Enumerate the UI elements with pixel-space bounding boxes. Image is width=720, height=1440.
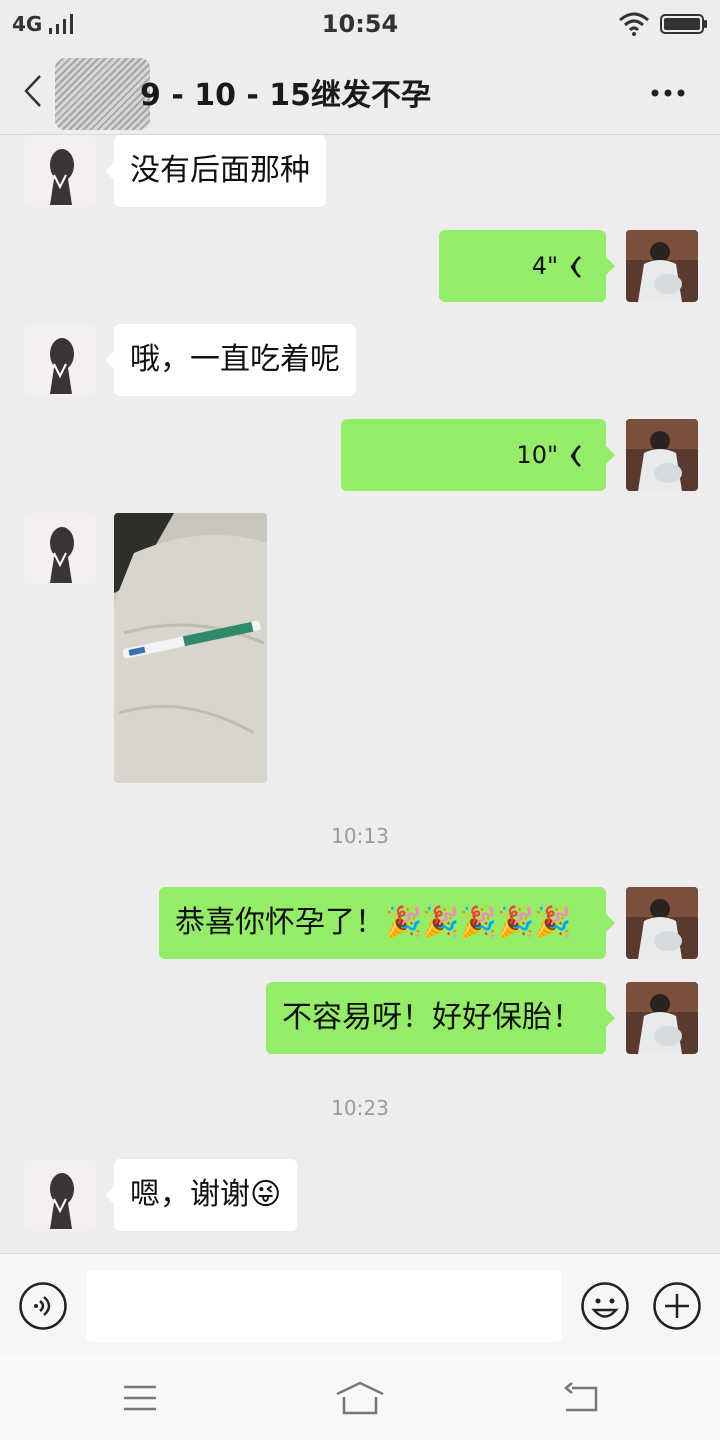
message-input[interactable] xyxy=(86,1270,562,1342)
my-avatar[interactable] xyxy=(626,982,698,1054)
battery-icon xyxy=(660,14,707,34)
message-bubble-outgoing[interactable]: 不容易呀！好好保胎！ xyxy=(266,982,615,1054)
blurred-contact-name xyxy=(55,58,150,130)
message-bubble-outgoing[interactable]: 恭喜你怀孕了！🎉🎉🎉🎉🎉 xyxy=(159,887,615,959)
voice-duration: 4" xyxy=(531,252,558,280)
voice-wave-icon xyxy=(570,256,581,278)
clock: 10:54 xyxy=(321,10,399,38)
contact-avatar[interactable] xyxy=(24,135,96,207)
input-bar xyxy=(0,1253,720,1357)
message-bubble-incoming[interactable]: 嗯，谢谢😜 xyxy=(104,1159,298,1231)
wink-tongue-emoji: 😜 xyxy=(250,1177,282,1212)
menu-icon[interactable] xyxy=(122,1384,158,1412)
my-avatar[interactable] xyxy=(626,419,698,491)
chat-title: 9 - 10 - 15继发不孕 xyxy=(140,78,432,113)
message-text: 恭喜你怀孕了！ xyxy=(175,905,385,940)
back-arrow-icon[interactable] xyxy=(22,74,44,108)
more-dots-icon[interactable] xyxy=(650,88,686,98)
emoji-icon[interactable] xyxy=(580,1281,630,1331)
contact-avatar[interactable] xyxy=(24,1159,96,1231)
message-text: 不容易呀！好好保胎！ xyxy=(282,1000,582,1035)
chat-header: 9 - 10 - 15继发不孕 xyxy=(0,50,720,135)
voice-wave-icon xyxy=(570,445,581,467)
system-nav-bar xyxy=(0,1356,720,1440)
message-text: 哦，一直吃着呢 xyxy=(130,342,340,377)
message-bubble-incoming[interactable]: 没有后面那种 xyxy=(105,135,326,207)
my-avatar[interactable] xyxy=(626,887,698,959)
pregnancy-test-photo[interactable] xyxy=(114,513,267,783)
back-nav-icon[interactable] xyxy=(560,1382,600,1416)
contact-avatar[interactable] xyxy=(24,513,96,585)
plus-icon[interactable] xyxy=(652,1281,702,1331)
voice-message-outgoing[interactable]: 10" xyxy=(341,419,615,491)
home-icon[interactable] xyxy=(334,1380,386,1416)
message-list[interactable]: 没有后面那种 4" 哦，一直吃着呢 10" 10:13 恭喜你怀孕了！🎉🎉🎉🎉🎉… xyxy=(0,135,720,1253)
voice-input-icon[interactable] xyxy=(18,1281,68,1331)
message-text: 嗯，谢谢 xyxy=(130,1177,250,1212)
message-text: 没有后面那种 xyxy=(130,153,310,188)
message-bubble-incoming[interactable]: 哦，一直吃着呢 xyxy=(105,324,356,396)
voice-duration: 10" xyxy=(516,441,558,469)
party-popper-emoji: 🎉🎉🎉🎉🎉 xyxy=(385,905,572,940)
timestamp: 10:23 xyxy=(331,1096,389,1120)
voice-message-outgoing[interactable]: 4" xyxy=(439,230,615,302)
my-avatar[interactable] xyxy=(626,230,698,302)
timestamp: 10:13 xyxy=(331,824,389,848)
wifi-icon xyxy=(619,12,649,36)
status-bar: 4G 10:54 xyxy=(0,0,720,50)
contact-avatar[interactable] xyxy=(24,324,96,396)
